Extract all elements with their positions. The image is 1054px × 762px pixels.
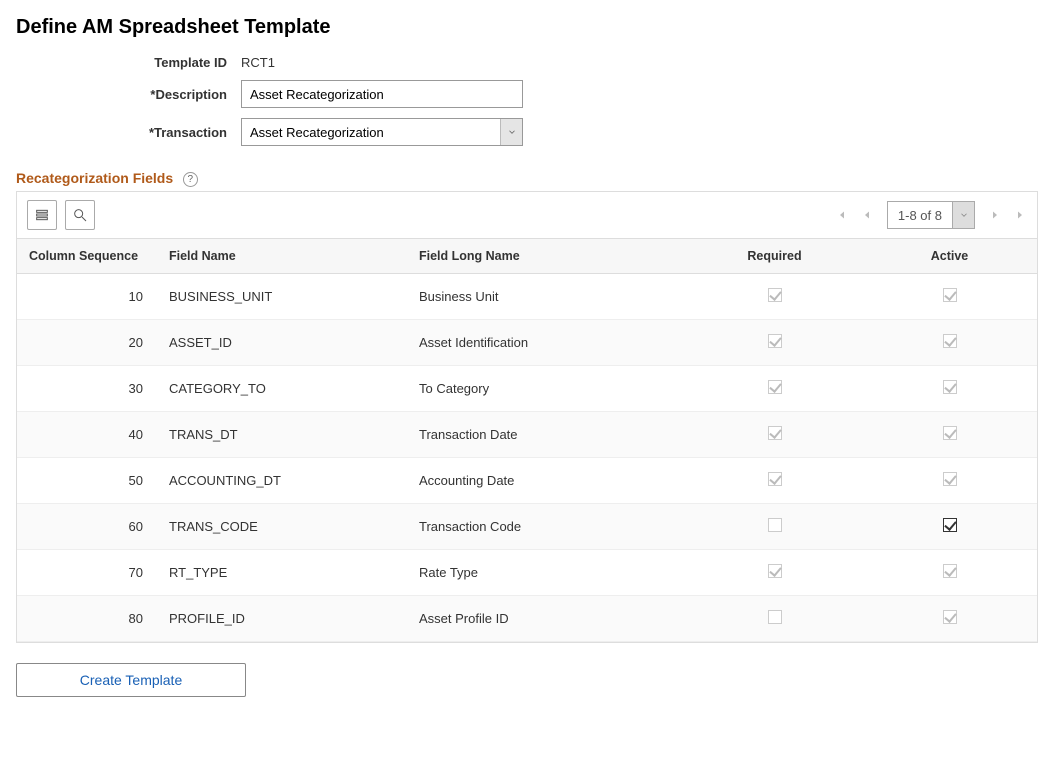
active-checkbox[interactable] bbox=[943, 518, 957, 532]
cell-sequence: 70 bbox=[17, 550, 157, 596]
table-row: 60TRANS_CODETransaction Code bbox=[17, 504, 1037, 550]
template-id-value: RCT1 bbox=[241, 55, 275, 70]
active-checkbox bbox=[943, 564, 957, 578]
cell-required bbox=[687, 412, 862, 458]
table-row: 50ACCOUNTING_DTAccounting Date bbox=[17, 458, 1037, 504]
page-first-icon[interactable] bbox=[835, 209, 847, 221]
cell-required bbox=[687, 550, 862, 596]
create-template-button[interactable]: Create Template bbox=[16, 663, 246, 697]
cell-active bbox=[862, 504, 1037, 550]
cell-field-name: PROFILE_ID bbox=[157, 596, 407, 642]
required-checkbox bbox=[768, 472, 782, 486]
cell-active bbox=[862, 550, 1037, 596]
cell-sequence: 50 bbox=[17, 458, 157, 504]
cell-sequence: 60 bbox=[17, 504, 157, 550]
page-prev-icon[interactable] bbox=[861, 209, 873, 221]
section-title: Recategorization Fields bbox=[16, 170, 173, 186]
cell-sequence: 10 bbox=[17, 274, 157, 320]
page-range-label: 1-8 of 8 bbox=[888, 208, 952, 223]
page-title: Define AM Spreadsheet Template bbox=[16, 16, 1038, 39]
page-range-select[interactable]: 1-8 of 8 bbox=[887, 201, 975, 229]
description-input[interactable] bbox=[241, 80, 523, 108]
col-header-field-long-name[interactable]: Field Long Name bbox=[407, 239, 687, 274]
transaction-label: *Transaction bbox=[16, 125, 241, 140]
cell-field-long-name: Transaction Date bbox=[407, 412, 687, 458]
fields-grid: 1-8 of 8 Column Sequence Field Name Fiel… bbox=[16, 191, 1038, 643]
cell-sequence: 40 bbox=[17, 412, 157, 458]
cell-field-name: CATEGORY_TO bbox=[157, 366, 407, 412]
description-label: *Description bbox=[16, 87, 241, 102]
active-checkbox bbox=[943, 380, 957, 394]
required-checkbox bbox=[768, 610, 782, 624]
cell-sequence: 30 bbox=[17, 366, 157, 412]
cell-sequence: 20 bbox=[17, 320, 157, 366]
table-row: 70RT_TYPERate Type bbox=[17, 550, 1037, 596]
cell-required bbox=[687, 366, 862, 412]
cell-required bbox=[687, 596, 862, 642]
table-row: 80PROFILE_IDAsset Profile ID bbox=[17, 596, 1037, 642]
cell-sequence: 80 bbox=[17, 596, 157, 642]
cell-active bbox=[862, 274, 1037, 320]
required-checkbox bbox=[768, 288, 782, 302]
active-checkbox bbox=[943, 334, 957, 348]
cell-active bbox=[862, 412, 1037, 458]
cell-field-name: ASSET_ID bbox=[157, 320, 407, 366]
cell-required bbox=[687, 458, 862, 504]
grid-search-button[interactable] bbox=[65, 200, 95, 230]
cell-field-name: BUSINESS_UNIT bbox=[157, 274, 407, 320]
template-id-label: Template ID bbox=[16, 55, 241, 70]
cell-field-long-name: Accounting Date bbox=[407, 458, 687, 504]
cell-active bbox=[862, 458, 1037, 504]
cell-required bbox=[687, 504, 862, 550]
cell-field-long-name: To Category bbox=[407, 366, 687, 412]
cell-required bbox=[687, 274, 862, 320]
active-checkbox bbox=[943, 288, 957, 302]
cell-active bbox=[862, 366, 1037, 412]
required-checkbox bbox=[768, 334, 782, 348]
cell-active bbox=[862, 320, 1037, 366]
col-header-field-name[interactable]: Field Name bbox=[157, 239, 407, 274]
cell-field-long-name: Business Unit bbox=[407, 274, 687, 320]
cell-field-name: TRANS_CODE bbox=[157, 504, 407, 550]
cell-field-long-name: Rate Type bbox=[407, 550, 687, 596]
table-row: 20ASSET_IDAsset Identification bbox=[17, 320, 1037, 366]
active-checkbox bbox=[943, 426, 957, 440]
grid-actions-button[interactable] bbox=[27, 200, 57, 230]
required-checkbox bbox=[768, 518, 782, 532]
required-checkbox bbox=[768, 426, 782, 440]
cell-field-name: RT_TYPE bbox=[157, 550, 407, 596]
table-row: 30CATEGORY_TOTo Category bbox=[17, 366, 1037, 412]
page-last-icon[interactable] bbox=[1015, 209, 1027, 221]
cell-required bbox=[687, 320, 862, 366]
active-checkbox bbox=[943, 472, 957, 486]
cell-field-long-name: Asset Identification bbox=[407, 320, 687, 366]
col-header-required[interactable]: Required bbox=[687, 239, 862, 274]
required-checkbox bbox=[768, 380, 782, 394]
cell-active bbox=[862, 596, 1037, 642]
table-row: 10BUSINESS_UNITBusiness Unit bbox=[17, 274, 1037, 320]
cell-field-long-name: Transaction Code bbox=[407, 504, 687, 550]
table-row: 40TRANS_DTTransaction Date bbox=[17, 412, 1037, 458]
active-checkbox bbox=[943, 610, 957, 624]
col-header-sequence[interactable]: Column Sequence bbox=[17, 239, 157, 274]
col-header-active[interactable]: Active bbox=[862, 239, 1037, 274]
cell-field-long-name: Asset Profile ID bbox=[407, 596, 687, 642]
help-icon[interactable]: ? bbox=[183, 172, 198, 187]
transaction-select[interactable]: Asset Recategorization bbox=[241, 118, 523, 146]
page-next-icon[interactable] bbox=[989, 209, 1001, 221]
cell-field-name: ACCOUNTING_DT bbox=[157, 458, 407, 504]
chevron-down-icon bbox=[952, 202, 974, 228]
cell-field-name: TRANS_DT bbox=[157, 412, 407, 458]
required-checkbox bbox=[768, 564, 782, 578]
